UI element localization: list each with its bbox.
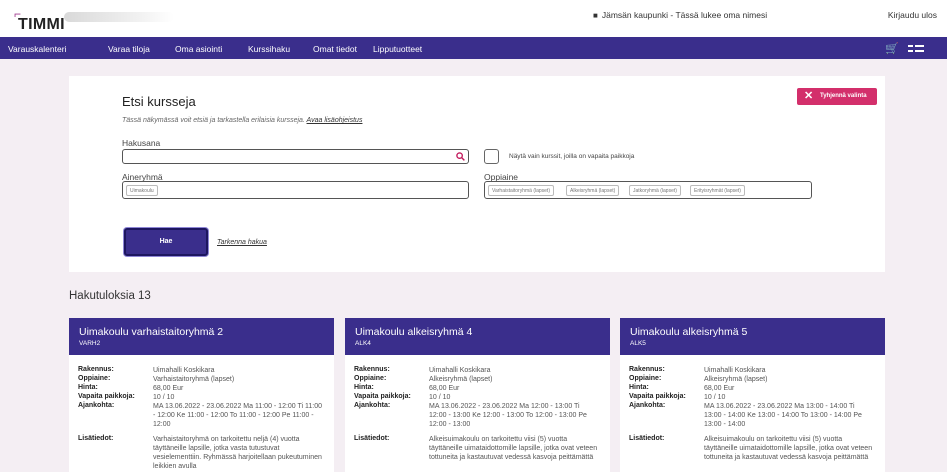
refine-search-link[interactable]: Tarkenna hakua bbox=[217, 239, 267, 246]
subject-value: Alkeisryhmä (lapset) bbox=[429, 376, 493, 383]
course-card-header: Uimakoulu alkeisryhmä 5 ALK5 bbox=[620, 318, 885, 355]
course-card-header: Uimakoulu alkeisryhmä 4 ALK4 bbox=[345, 318, 610, 355]
user-org: Jämsän kaupunki bbox=[601, 10, 668, 20]
subject-chip[interactable]: Erityisryhmät (lapset) bbox=[690, 185, 745, 196]
person-icon: ■ bbox=[593, 11, 598, 20]
user-separator: - bbox=[670, 10, 674, 20]
price-label: Hinta: bbox=[354, 384, 374, 391]
search-button[interactable]: Hae bbox=[124, 228, 208, 256]
search-icon-button[interactable] bbox=[453, 149, 469, 164]
building-label: Rakennus: bbox=[78, 366, 114, 373]
subject-chip[interactable]: Varhaistaitoryhmä (lapset) bbox=[488, 185, 554, 196]
course-card[interactable]: Uimakoulu alkeisryhmä 5 ALK5 Rakennus: U… bbox=[620, 318, 885, 472]
free-places-value: 10 / 10 bbox=[153, 394, 175, 401]
course-title[interactable]: Uimakoulu alkeisryhmä 5 bbox=[630, 326, 747, 338]
time-label: Ajankohta: bbox=[78, 402, 115, 409]
info-label: Lisätiedot: bbox=[629, 435, 665, 442]
nav-item-varaa-tiloja[interactable]: Varaa tiloja bbox=[108, 44, 150, 54]
group-chip[interactable]: Uimakoulu bbox=[126, 185, 158, 196]
time-label: Ajankohta: bbox=[354, 402, 391, 409]
results-count: Hakutuloksia 13 bbox=[69, 290, 151, 302]
subject-value: Alkeisryhmä (lapset) bbox=[704, 376, 768, 383]
price-label: Hinta: bbox=[78, 384, 98, 391]
course-card-header: Uimakoulu varhaistaitoryhmä 2 VARH2 bbox=[69, 318, 334, 355]
price-value: 68,00 Eur bbox=[429, 385, 460, 392]
top-bar: ⌐ TIMMI ■ Jämsän kaupunki - Tässä lukee o… bbox=[0, 0, 947, 37]
page-subtitle: Tässä näkymässä voit etsiä ja tarkastell… bbox=[122, 117, 363, 124]
free-places-label: Vapaita paikkoja: bbox=[78, 393, 135, 400]
keyword-input[interactable] bbox=[122, 149, 454, 164]
subject-label: Oppiaine: bbox=[354, 375, 387, 382]
free-places-label: Vapaita paikkoja: bbox=[629, 393, 686, 400]
user-info: ■ Jämsän kaupunki - Tässä lukee oma nimes… bbox=[593, 10, 767, 20]
subject-chip[interactable]: Jatkoryhmä (lapset) bbox=[629, 185, 681, 196]
building-value: Uimahalli Koskikara bbox=[153, 367, 215, 374]
building-value: Uimahalli Koskikara bbox=[704, 367, 766, 374]
free-places-checkbox[interactable] bbox=[484, 149, 499, 164]
course-code: ALK4 bbox=[355, 340, 371, 347]
time-value: MA 13.06.2022 - 23.06.2022 Ma 13:00 - 14… bbox=[704, 403, 862, 428]
user-name: Tässä lukee oma nimesi bbox=[675, 10, 768, 20]
group-select[interactable]: Uimakoulu bbox=[122, 181, 469, 199]
info-value: Varhaistaitoryhmä on tarkoitettu neljä (… bbox=[153, 436, 322, 470]
info-value: Alkeisuimakoulu on tarkoitettu viisi (5)… bbox=[429, 436, 598, 461]
course-card[interactable]: Uimakoulu varhaistaitoryhmä 2 VARH2 Rake… bbox=[69, 318, 334, 472]
nav-item-oma-asiointi[interactable]: Oma asiointi bbox=[175, 44, 222, 54]
building-value: Uimahalli Koskikara bbox=[429, 367, 491, 374]
course-code: ALK5 bbox=[630, 340, 646, 347]
subject-label: Oppiaine: bbox=[629, 375, 662, 382]
time-label: Ajankohta: bbox=[629, 402, 666, 409]
subject-value: Varhaistaitoryhmä (lapset) bbox=[153, 376, 235, 383]
nav-item-omat-tiedot[interactable]: Omat tiedot bbox=[313, 44, 357, 54]
grid-menu-icon[interactable] bbox=[908, 45, 924, 53]
price-value: 68,00 Eur bbox=[704, 385, 735, 392]
timmi-logo[interactable]: ⌐ TIMMI bbox=[6, 3, 176, 35]
search-icon bbox=[456, 152, 465, 161]
keyword-label: Hakusana bbox=[122, 138, 161, 148]
nav-item-lipputuotteet[interactable]: Lipputuotteet bbox=[373, 44, 422, 54]
course-title[interactable]: Uimakoulu alkeisryhmä 4 bbox=[355, 326, 472, 338]
logo-text: TIMMI bbox=[18, 16, 65, 33]
close-icon: ✕ bbox=[804, 90, 814, 102]
subject-select[interactable]: Varhaistaitoryhmä (lapset) Alkeisryhmä (… bbox=[484, 181, 812, 199]
time-value: MA 13.06.2022 - 23.06.2022 Ma 11:00 - 12… bbox=[153, 403, 323, 428]
info-label: Lisätiedot: bbox=[78, 435, 114, 442]
info-label: Lisätiedot: bbox=[354, 435, 390, 442]
course-search-card: Etsi kursseja Tässä näkymässä voit etsiä… bbox=[69, 76, 885, 272]
main-nav: Varauskalenteri Varaa tiloja Oma asioint… bbox=[0, 37, 947, 59]
logo-decoration bbox=[64, 12, 174, 22]
course-code: VARH2 bbox=[79, 340, 101, 347]
course-title[interactable]: Uimakoulu varhaistaitoryhmä 2 bbox=[79, 326, 223, 338]
free-places-label: Näytä vain kurssit, joilla on vapaita pa… bbox=[509, 153, 635, 160]
logout-link[interactable]: Kirjaudu ulos bbox=[888, 10, 937, 20]
course-card[interactable]: Uimakoulu alkeisryhmä 4 ALK4 Rakennus: U… bbox=[345, 318, 610, 472]
clear-selection-button[interactable]: ✕ Tyhjennä valinta bbox=[797, 88, 877, 105]
subject-label: Oppiaine: bbox=[78, 375, 111, 382]
free-places-value: 10 / 10 bbox=[429, 394, 451, 401]
info-value: Alkeisuimakoulu on tarkoitettu viisi (5)… bbox=[704, 436, 873, 461]
cart-icon[interactable]: 🛒 bbox=[885, 42, 899, 55]
price-label: Hinta: bbox=[629, 384, 649, 391]
subject-chip[interactable]: Alkeisryhmä (lapset) bbox=[566, 185, 620, 196]
help-link[interactable]: Avaa lisäohjeistus bbox=[307, 117, 363, 124]
page-title: Etsi kursseja bbox=[122, 94, 196, 109]
nav-item-kurssihaku[interactable]: Kurssihaku bbox=[248, 44, 290, 54]
building-label: Rakennus: bbox=[354, 366, 390, 373]
time-value: MA 13.06.2022 - 23.06.2022 Ma 12:00 - 13… bbox=[429, 403, 587, 428]
price-value: 68,00 Eur bbox=[153, 385, 184, 392]
nav-item-varauskalenteri[interactable]: Varauskalenteri bbox=[8, 44, 66, 54]
free-places-value: 10 / 10 bbox=[704, 394, 726, 401]
building-label: Rakennus: bbox=[629, 366, 665, 373]
free-places-label: Vapaita paikkoja: bbox=[354, 393, 411, 400]
